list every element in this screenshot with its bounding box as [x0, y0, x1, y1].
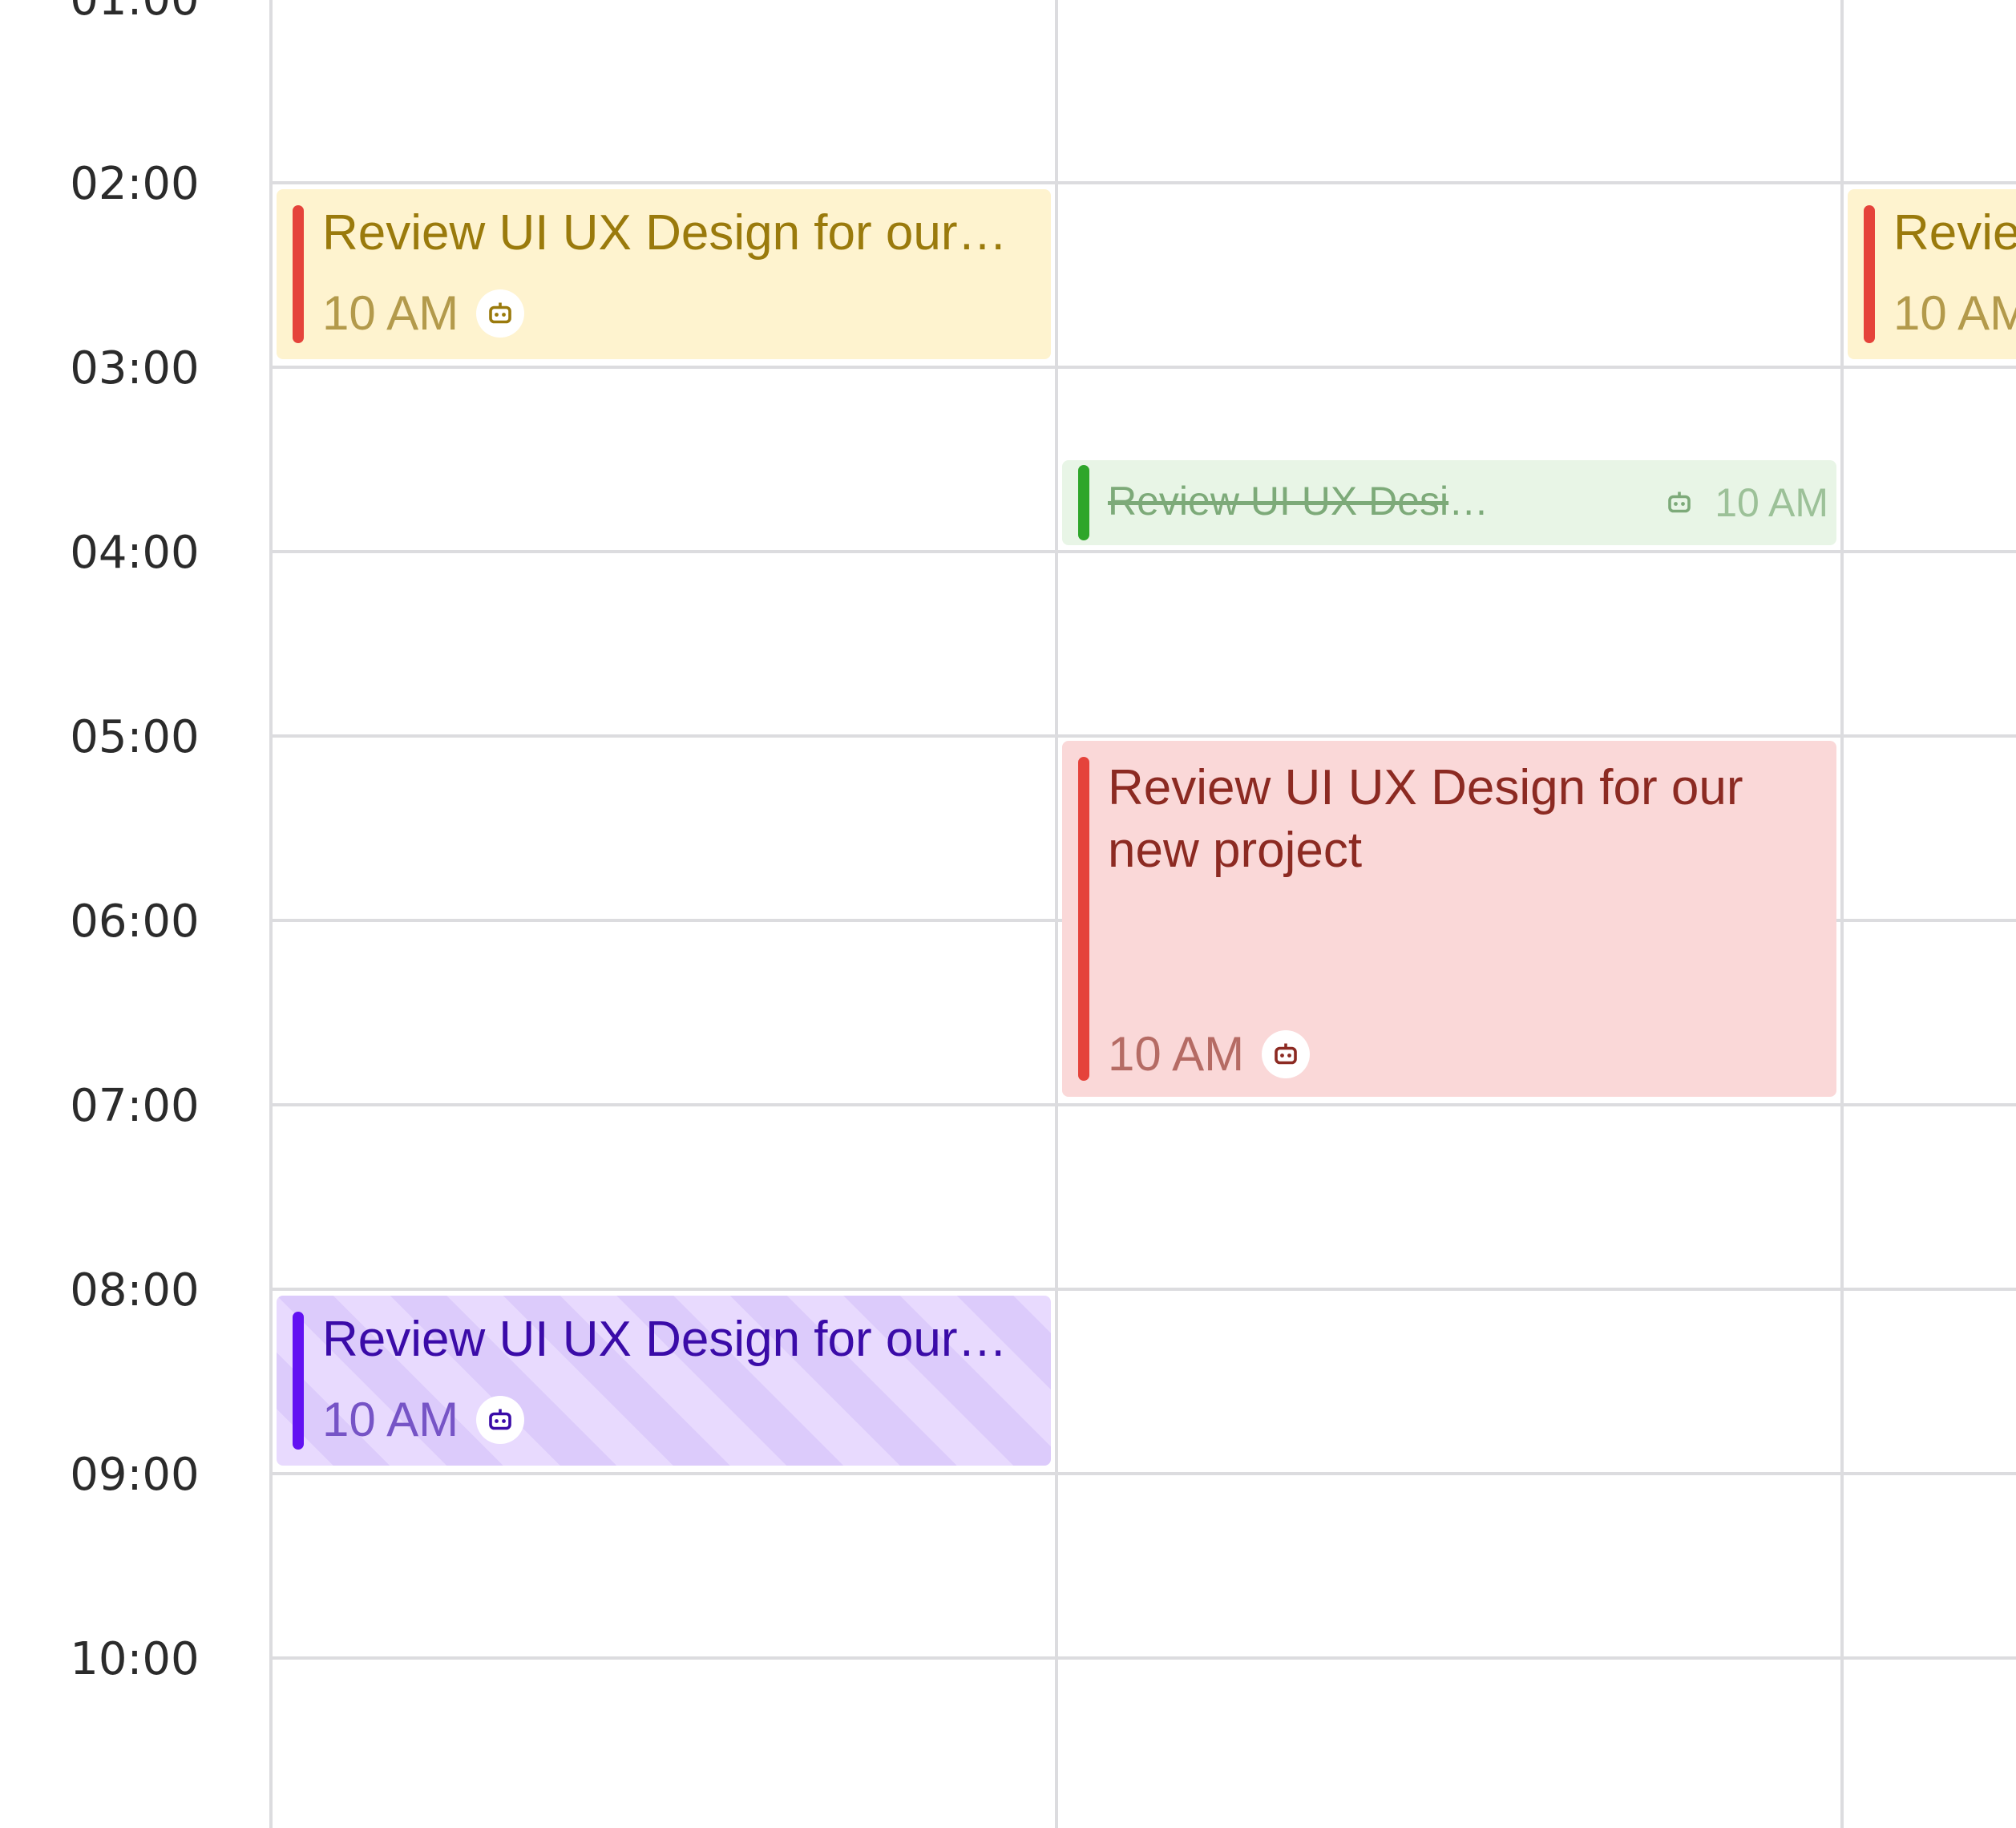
event-title: Review UI UX Design for our new project	[322, 205, 1019, 261]
time-label: 07:00	[70, 1080, 200, 1132]
event-meta: 10 AM	[1108, 1026, 1311, 1082]
hour-line	[269, 1472, 2016, 1475]
robot-icon	[476, 289, 525, 338]
event-title: Review UI UX Design for our new project	[1108, 760, 1743, 878]
event-time: 10 AM	[1715, 480, 1828, 525]
time-label: 08:00	[70, 1264, 200, 1316]
event-title: Review UI UX Design for our new project	[322, 1312, 1019, 1367]
hour-line	[269, 1656, 2016, 1660]
robot-icon	[1262, 1030, 1311, 1078]
event-time: 10 AM	[322, 286, 459, 340]
hour-line	[269, 366, 2016, 369]
event-meta: 10 AM	[322, 1392, 525, 1448]
event-time: 10 AM	[1108, 1027, 1245, 1081]
time-label: 09:00	[70, 1449, 200, 1501]
event-color-bar	[293, 205, 304, 343]
day-column-divider	[1840, 0, 1844, 1828]
hour-line	[269, 734, 2016, 738]
event-color-bar	[293, 1312, 304, 1450]
event-time: 10 AM	[322, 1393, 459, 1446]
time-label: 02:00	[70, 158, 200, 210]
hour-line	[269, 181, 2016, 184]
time-label: 01:00	[0, 0, 269, 26]
event-meta: 10 AM	[1893, 285, 2016, 342]
event-color-bar	[1864, 205, 1875, 343]
event-card-completed[interactable]: Review UI UX Design for our new project …	[1062, 460, 1836, 545]
event-title: Review UI UX Design for our new project	[1108, 479, 1500, 524]
event-card[interactable]: Review UI UX Design for our new project …	[277, 189, 1051, 359]
hour-line	[269, 1288, 2016, 1291]
time-label: 10:00	[70, 1633, 200, 1685]
event-card[interactable]: Review UI UX Design for our new project …	[1848, 189, 2016, 359]
event-color-bar	[1078, 465, 1089, 540]
day-column-divider	[1055, 0, 1058, 1828]
event-meta: 10 AM	[1662, 475, 1828, 531]
hour-line	[269, 1103, 2016, 1106]
day-column-divider	[269, 0, 273, 1828]
event-card[interactable]: Review UI UX Design for our new project …	[277, 1296, 1051, 1466]
event-title: Review UI UX Design for our new project	[1893, 205, 2016, 261]
robot-icon	[1662, 485, 1697, 520]
time-label: 05:00	[70, 711, 200, 763]
time-label: 03:00	[70, 342, 200, 394]
time-label: 06:00	[70, 896, 200, 948]
time-label: 04:00	[70, 527, 200, 579]
hour-line	[269, 550, 2016, 553]
event-color-bar	[1078, 757, 1089, 1081]
robot-icon	[476, 1396, 525, 1444]
event-card[interactable]: Review UI UX Design for our new project …	[1062, 741, 1836, 1097]
event-meta: 10 AM	[322, 285, 525, 342]
event-time: 10 AM	[1893, 286, 2016, 340]
